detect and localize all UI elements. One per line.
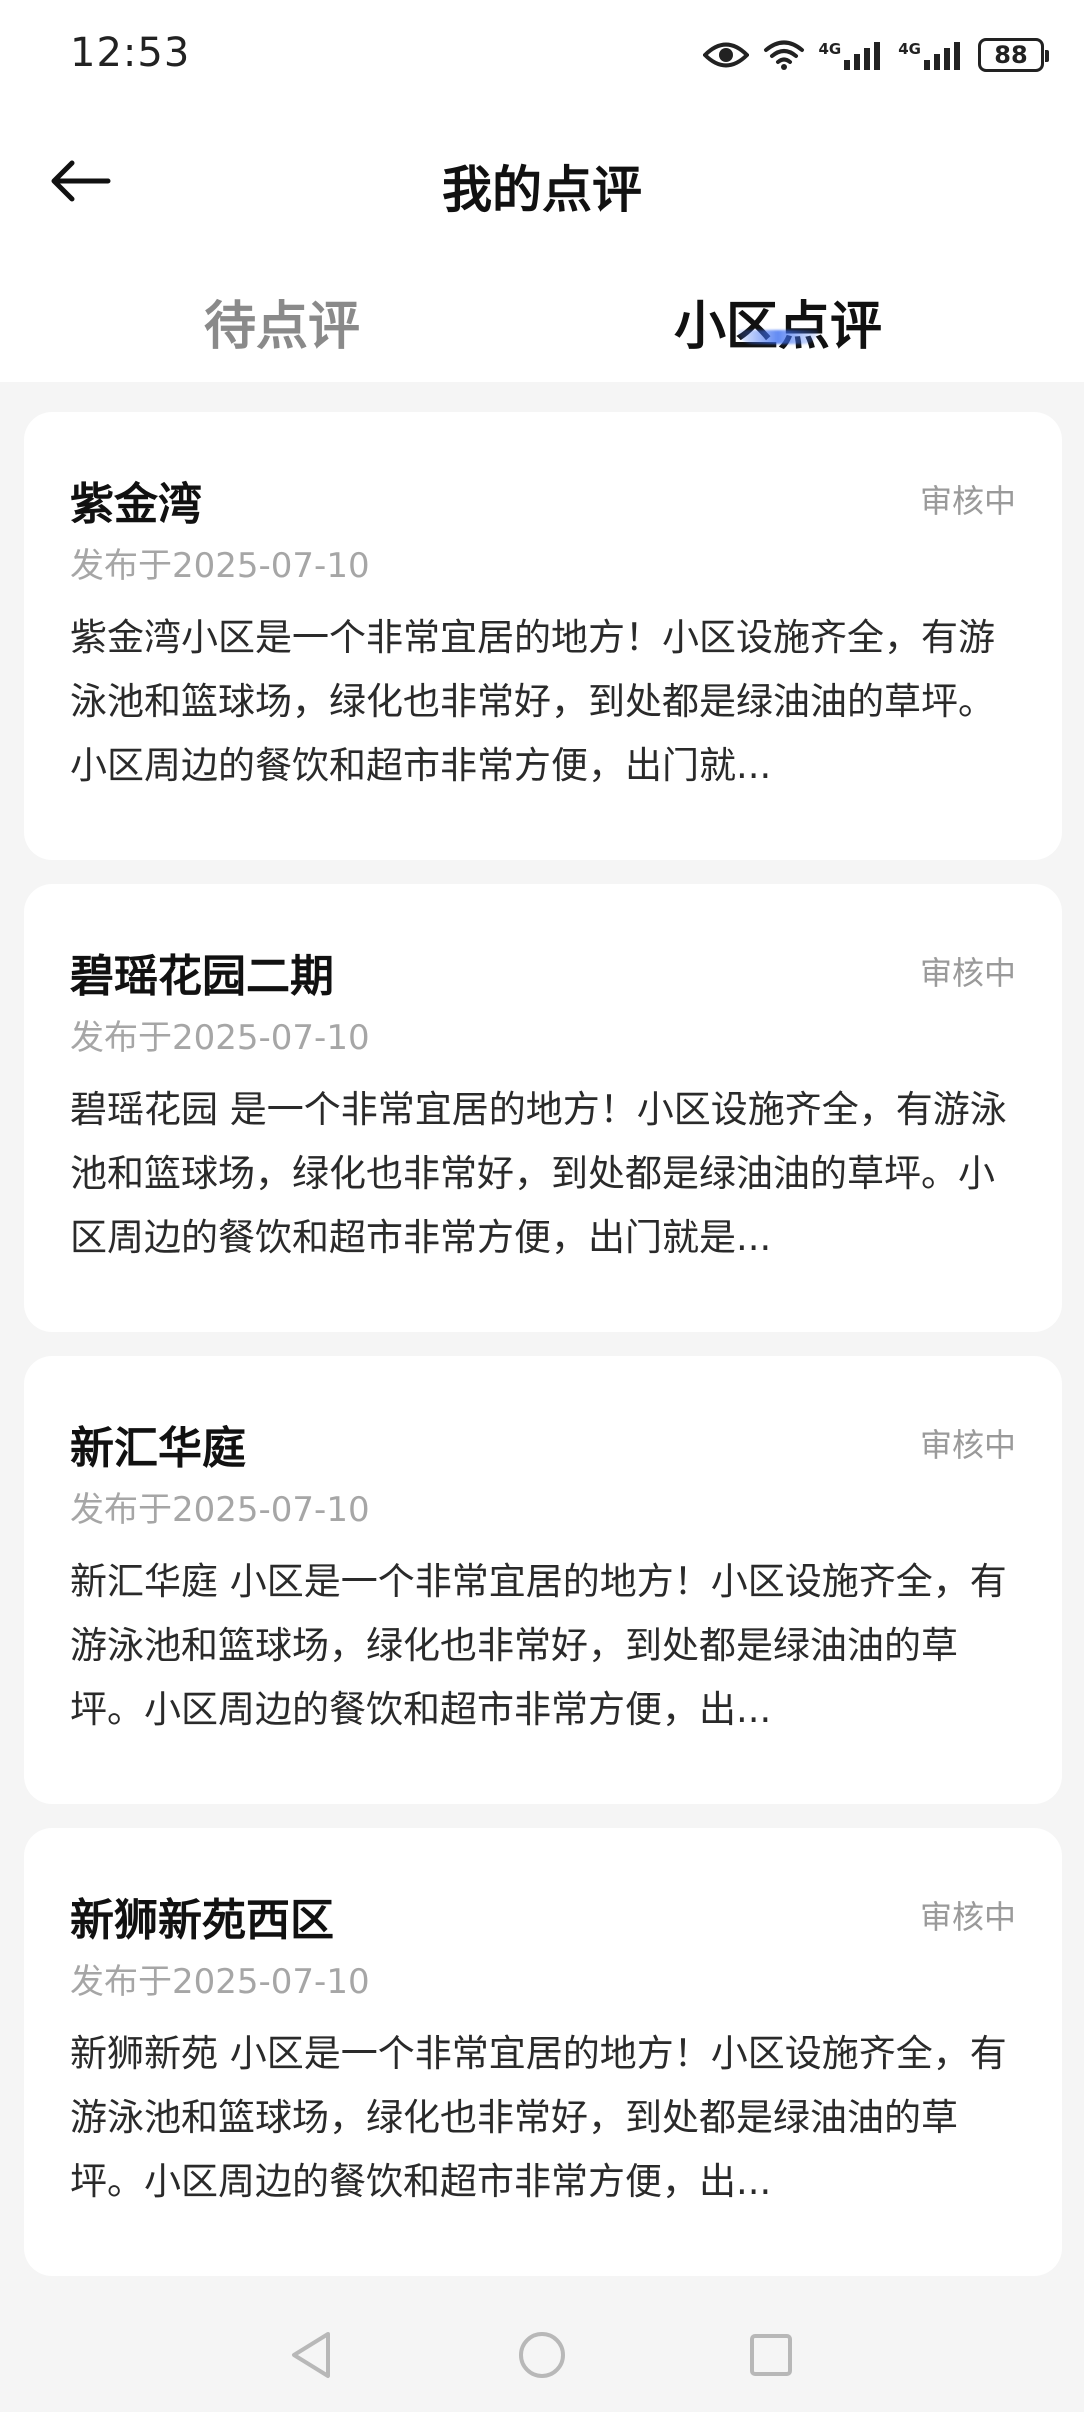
community-name: 新汇华庭 <box>70 1423 246 1474</box>
battery-level: 88 <box>994 41 1028 69</box>
publish-date: 发布于2025-07-10 <box>70 1962 370 2002</box>
review-card[interactable]: 紫金湾 审核中 发布于2025-07-10 紫金湾小区是一个非常宜居的地方！小区… <box>24 412 1062 860</box>
signal-4g-icon: 4G <box>819 40 885 70</box>
review-content: 新狮新苑 小区是一个非常宜居的地方！小区设施齐全，有游泳池和篮球场，绿化也非常好… <box>70 2032 1007 2203</box>
publish-date: 发布于2025-07-10 <box>70 1490 370 1530</box>
signal-4g-icon: 4G <box>898 40 964 70</box>
nav-back-icon <box>288 2330 334 2384</box>
nav-recents-icon <box>748 2332 794 2382</box>
network-type-label: 4G <box>818 40 842 58</box>
eye-icon <box>702 40 749 70</box>
review-status: 审核中 <box>919 482 1016 520</box>
nav-recents-button[interactable] <box>736 2322 806 2392</box>
nav-home-button[interactable] <box>507 2322 577 2392</box>
community-name: 紫金湾 <box>70 479 202 530</box>
tab-pending-review[interactable]: 待点评 <box>204 284 360 357</box>
publish-date: 发布于2025-07-10 <box>70 1018 370 1058</box>
wifi-icon <box>763 39 805 71</box>
active-tab-indicator <box>738 330 818 344</box>
review-status: 审核中 <box>919 954 1016 992</box>
network-type-label: 4G <box>898 40 921 58</box>
status-icons: 4G 4G 88 <box>702 32 1049 78</box>
nav-back-button[interactable] <box>276 2322 346 2392</box>
community-name: 碧瑶花园二期 <box>70 951 334 1002</box>
battery-tip <box>1045 50 1049 62</box>
status-bar: 12:53 4G 4G 88 <box>0 0 1084 110</box>
status-time: 12:53 <box>70 30 191 76</box>
system-nav-bar <box>0 2300 1084 2412</box>
community-name: 新狮新苑西区 <box>70 1895 334 1946</box>
header: 我的点评 <box>0 130 1084 240</box>
review-content: 碧瑶花园 是一个非常宜居的地方！小区设施齐全，有游泳池和篮球场，绿化也非常好，到… <box>70 1088 1007 1259</box>
review-status: 审核中 <box>919 1898 1016 1936</box>
publish-date: 发布于2025-07-10 <box>70 546 370 586</box>
page-title: 我的点评 <box>442 161 642 219</box>
review-status: 审核中 <box>919 1426 1016 1464</box>
nav-home-icon <box>517 2330 567 2384</box>
review-card[interactable]: 新汇华庭 审核中 发布于2025-07-10 新汇华庭 小区是一个非常宜居的地方… <box>24 1356 1062 1804</box>
review-content: 新汇华庭 小区是一个非常宜居的地方！小区设施齐全，有游泳池和篮球场，绿化也非常好… <box>70 1560 1007 1731</box>
review-card[interactable]: 碧瑶花园二期 审核中 发布于2025-07-10 碧瑶花园 是一个非常宜居的地方… <box>24 884 1062 1332</box>
review-list: 紫金湾 审核中 发布于2025-07-10 紫金湾小区是一个非常宜居的地方！小区… <box>24 412 1062 2300</box>
review-content: 紫金湾小区是一个非常宜居的地方！小区设施齐全，有游泳池和篮球场，绿化也非常好，到… <box>70 616 995 787</box>
review-card[interactable]: 新狮新苑西区 审核中 发布于2025-07-10 新狮新苑 小区是一个非常宜居的… <box>24 1828 1062 2276</box>
tab-bar: 待点评 小区点评 <box>0 270 1084 370</box>
battery-indicator: 88 <box>978 38 1049 72</box>
